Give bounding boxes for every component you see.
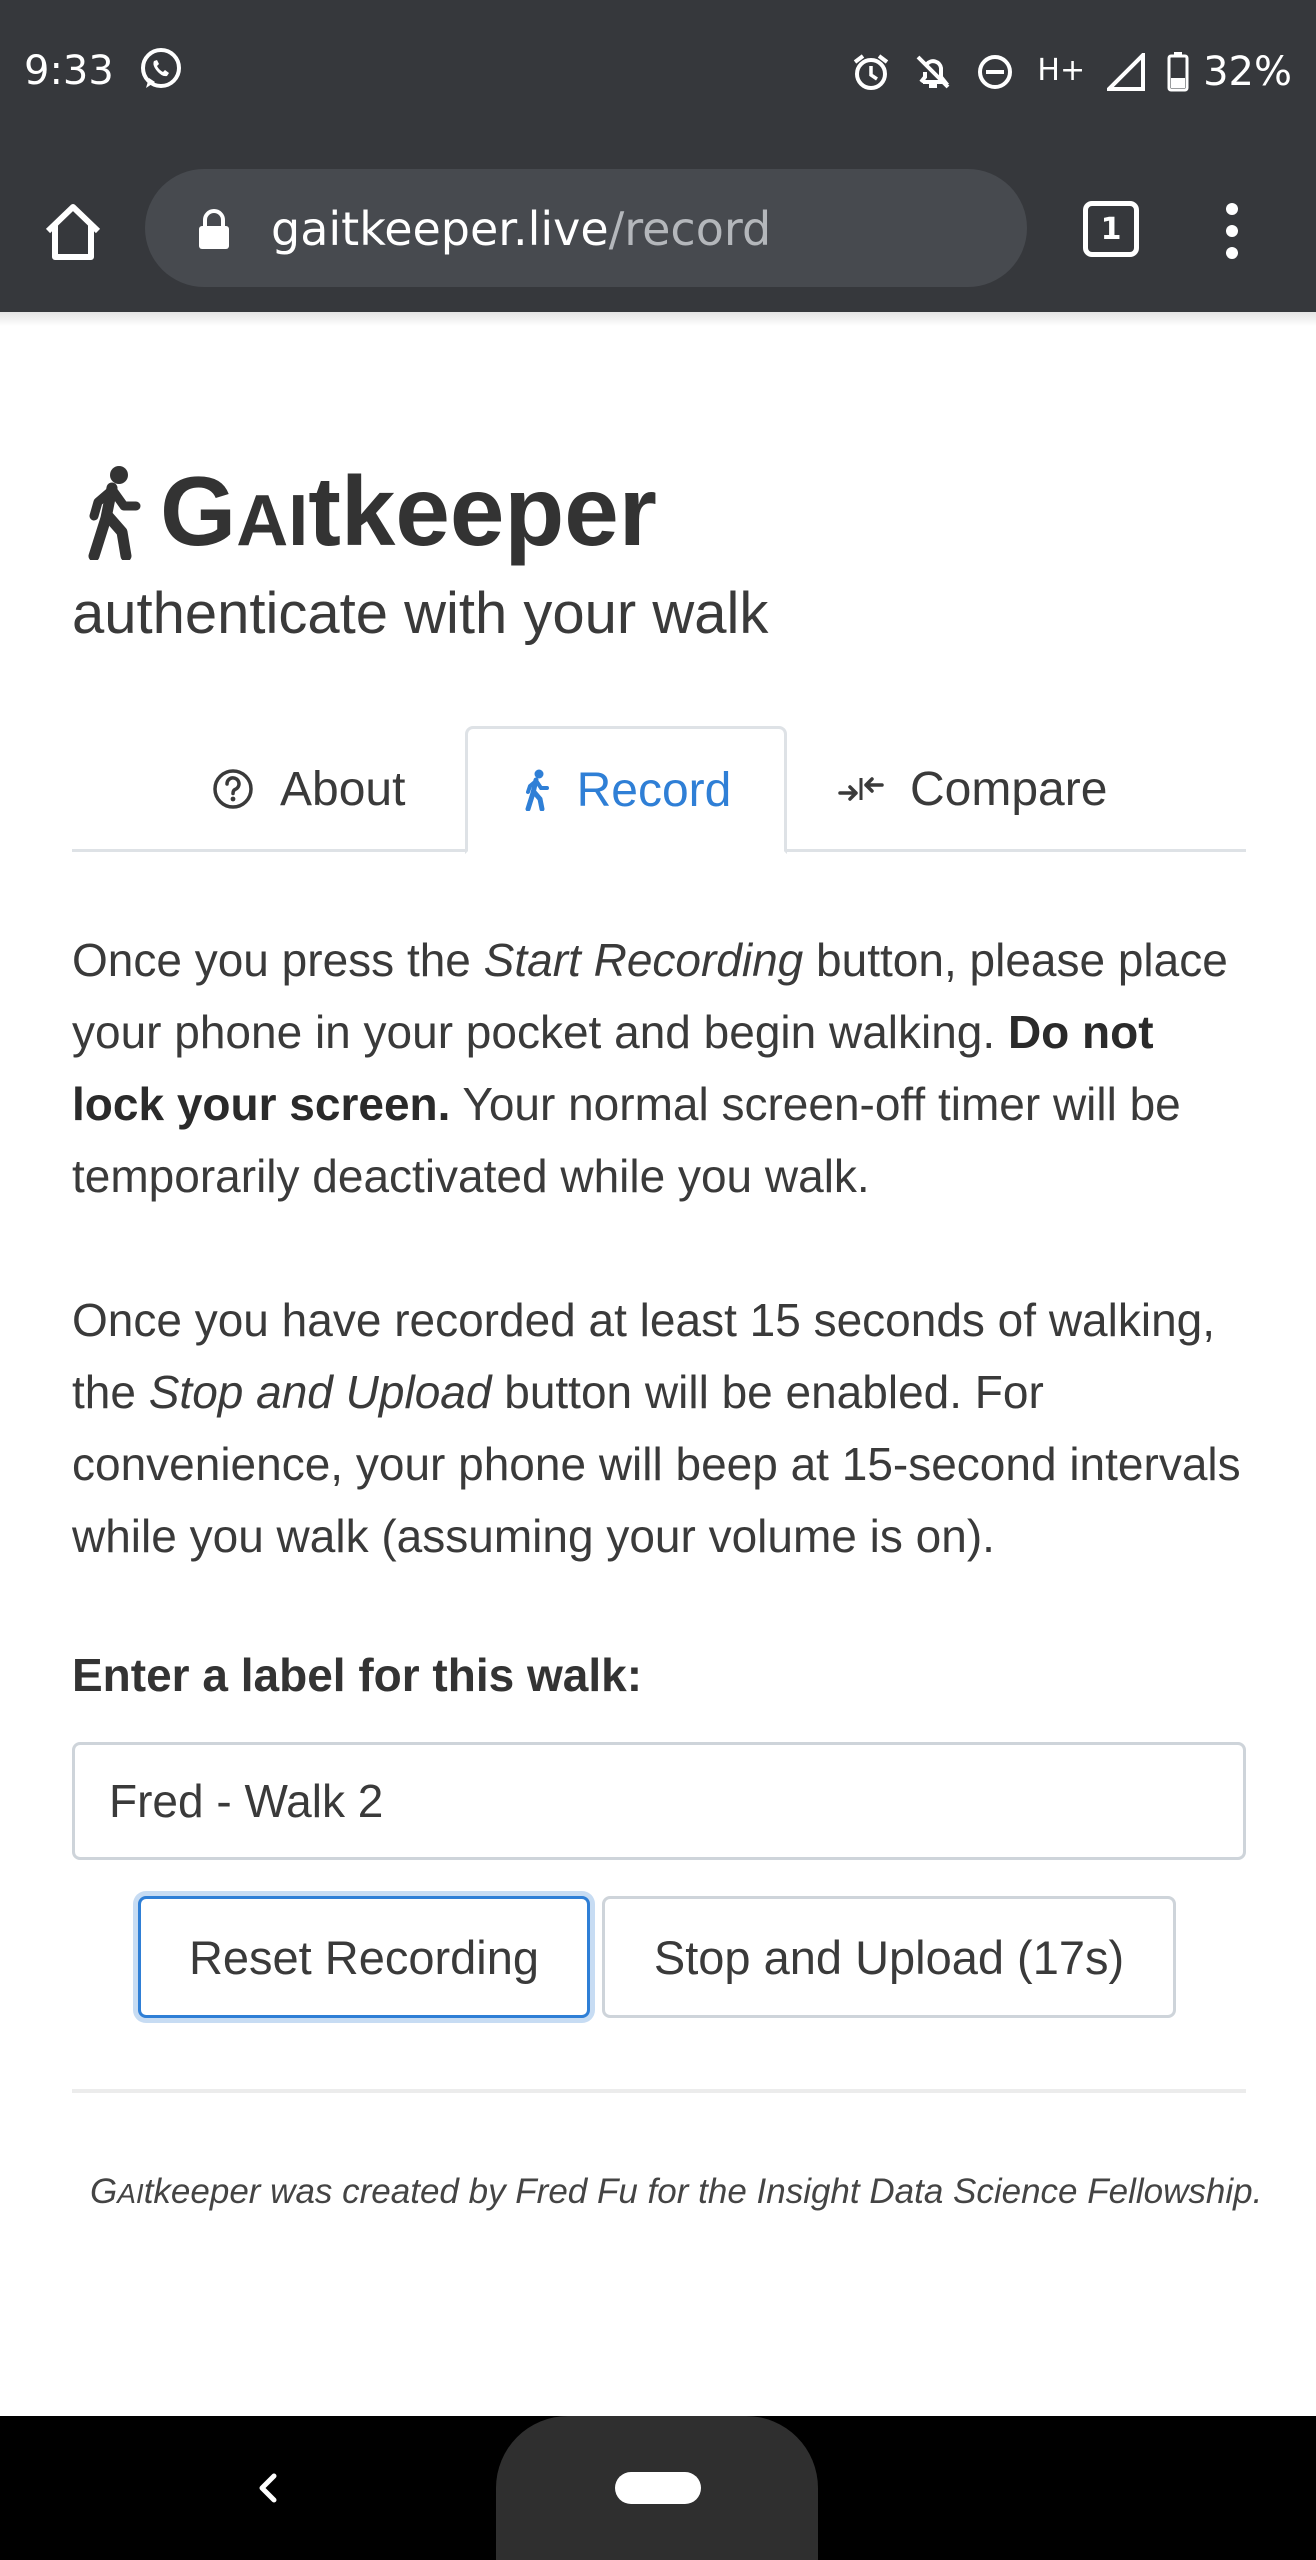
tab-compare[interactable]: Compare — [838, 726, 1107, 852]
page-title: GAItkeeper — [72, 455, 657, 568]
more-menu-icon[interactable] — [1222, 203, 1242, 259]
status-time: 9:33 — [24, 48, 114, 94]
reset-recording-button[interactable]: Reset Recording — [138, 1896, 590, 2018]
question-circle-icon — [213, 769, 253, 809]
compress-arrows-icon — [838, 777, 884, 801]
walk-label-heading: Enter a label for this walk: — [72, 1649, 643, 1701]
status-bar: 9:33 H+ 32% — [0, 0, 1316, 145]
tab-record-label: Record — [576, 763, 732, 817]
walking-icon — [525, 769, 549, 811]
battery-percent: 32% — [1203, 49, 1292, 95]
tab-about[interactable]: About — [212, 726, 405, 852]
nav-tabs: About Record Compare — [72, 726, 1246, 854]
alarm-icon — [854, 54, 889, 90]
footer-text: GAItkeeper was created by Fred Fu for th… — [90, 2172, 1263, 2211]
url-text[interactable]: gaitkeeper.live/record — [271, 202, 771, 256]
brand-name: GAItkeeper — [160, 456, 657, 566]
url-bar[interactable]: gaitkeeper.live/record — [145, 169, 1027, 287]
signal-icon — [1107, 53, 1146, 91]
home-icon[interactable] — [42, 201, 104, 263]
whatsapp-icon — [141, 48, 181, 88]
url-host: gaitkeeper.live — [271, 202, 609, 256]
url-path: /record — [608, 202, 772, 256]
instructions-paragraph-1: Once you press the Start Recording butto… — [72, 934, 1228, 1202]
tab-switcher-button[interactable]: 1 — [1083, 201, 1139, 257]
tab-compare-label: Compare — [910, 762, 1108, 816]
network-type: H+ — [1037, 52, 1086, 88]
subtitle: authenticate with your walk — [72, 581, 769, 646]
system-nav-bar — [0, 2416, 1316, 2560]
battery-icon — [1167, 52, 1189, 92]
walk-label-input[interactable] — [72, 1742, 1246, 1860]
notifications-off-icon — [916, 55, 950, 89]
back-icon[interactable] — [252, 2466, 282, 2510]
status-icons: H+ 32% — [851, 44, 1292, 100]
walking-icon — [88, 465, 141, 560]
home-pill-icon[interactable] — [615, 2472, 701, 2504]
stop-and-upload-button[interactable]: Stop and Upload (17s) — [602, 1896, 1176, 2018]
lock-icon — [199, 209, 229, 249]
do-not-disturb-icon — [978, 55, 1013, 89]
tab-about-label: About — [280, 762, 406, 816]
toolbar-shadow — [0, 312, 1316, 326]
instructions-paragraph-2: Once you have recorded at least 15 secon… — [72, 1294, 1241, 1562]
browser-toolbar: gaitkeeper.live/record 1 — [0, 145, 1316, 312]
divider — [72, 2089, 1246, 2093]
tab-record[interactable]: Record — [465, 726, 787, 854]
